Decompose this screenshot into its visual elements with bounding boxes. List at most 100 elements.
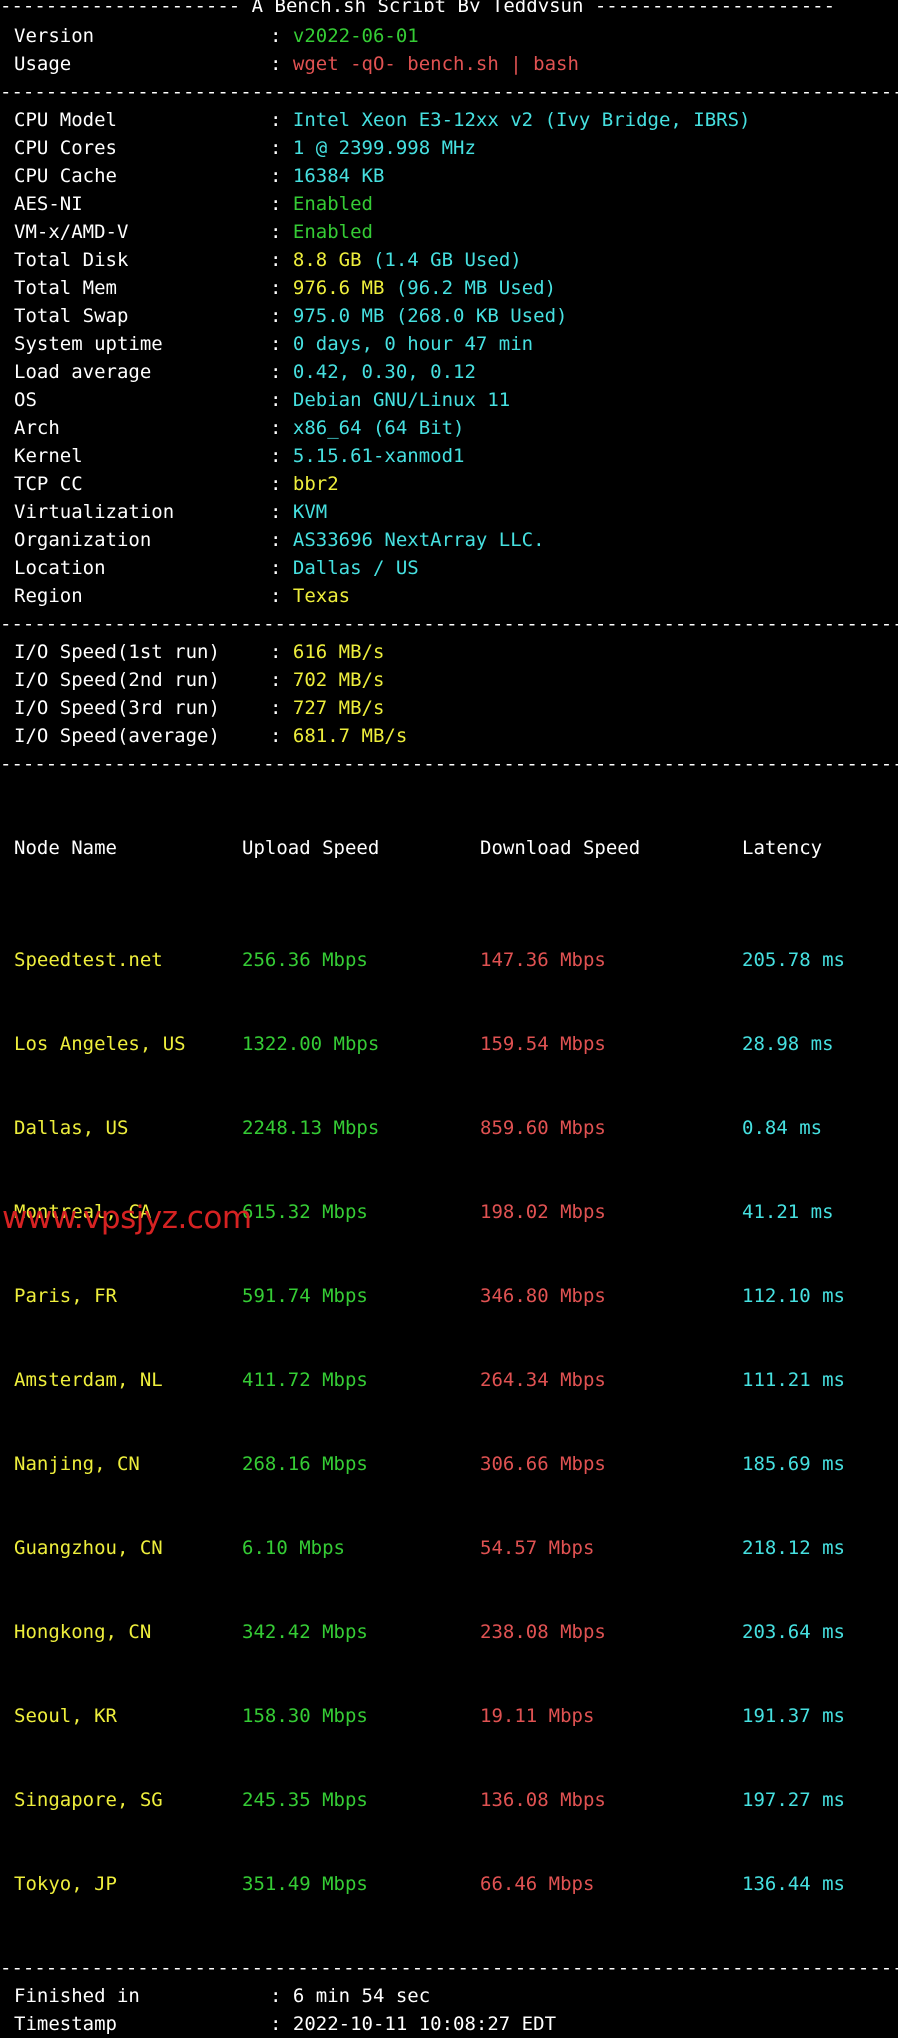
value-vmx: Enabled <box>292 221 373 243</box>
cell-upload: 591.74 Mbps <box>242 1285 368 1307</box>
value-load-average: 0.42, 0.30, 0.12 <box>292 361 476 383</box>
row-vmx: VM-x/AMD-V: Enabled <box>0 218 898 246</box>
sep-arch: : <box>270 417 282 439</box>
value-cpu-model: Intel Xeon E3-12xx v2 (Ivy Bridge, IBRS) <box>292 109 751 131</box>
value-tcp-cc: bbr2 <box>292 473 339 495</box>
cell-node: Tokyo, JP <box>14 1873 117 1895</box>
label-uptime: System uptime <box>14 333 163 355</box>
cell-download: 198.02 Mbps <box>480 1201 606 1223</box>
value-usage: wget -qO- bench.sh | bash <box>292 53 579 75</box>
value-uptime: 0 days, 0 hour 47 min <box>292 333 534 355</box>
row-total-mem: Total Mem: 976.6 MB (96.2 MB Used) <box>0 274 898 302</box>
sep-finished-in: : <box>270 1985 282 2007</box>
value-organization: AS33696 NextArray LLC. <box>292 529 545 551</box>
divider-1: ----------------------------------------… <box>0 81 898 103</box>
label-io-average: I/O Speed(average) <box>14 725 220 747</box>
value-timestamp: 2022-10-11 10:08:27 EDT <box>292 2013 557 2035</box>
row-aes-ni: AES-NI: Enabled <box>0 190 898 218</box>
cell-latency: 0.84 ms <box>742 1117 823 1139</box>
sep-os: : <box>270 389 282 411</box>
cell-latency: 218.12 ms <box>742 1537 845 1559</box>
row-organization: Organization: AS33696 NextArray LLC. <box>0 526 898 554</box>
label-total-disk: Total Disk <box>14 249 129 271</box>
label-region: Region <box>14 585 83 607</box>
cell-latency: 185.69 ms <box>742 1453 845 1475</box>
label-version: Version <box>14 25 95 47</box>
table-row: Guangzhou, CN 6.10 Mbps 54.57 Mbps 218.12 m… <box>0 1534 898 1562</box>
cell-download: 136.08 Mbps <box>480 1789 606 1811</box>
table-row: Singapore, SG 245.35 Mbps 136.08 Mbps 197.2… <box>0 1786 898 1814</box>
cell-node: Speedtest.net <box>14 949 163 971</box>
row-finished-in: Finished in: 6 min 54 sec <box>0 1982 898 2010</box>
sep-io-average: : <box>270 725 282 747</box>
value-total-mem: 976.6 MB <box>292 277 385 299</box>
value-region: Texas <box>292 585 351 607</box>
sep-vmx: : <box>270 221 282 243</box>
sep-organization: : <box>270 529 282 551</box>
header-title-line: --------------------- A Bench.sh Script … <box>0 0 836 12</box>
sep-total-swap: : <box>270 305 282 327</box>
divider-2: ----------------------------------------… <box>0 613 898 635</box>
sep-usage: : <box>270 53 282 75</box>
label-virtualization: Virtualization <box>14 501 175 523</box>
label-tcp-cc: TCP CC <box>14 473 83 495</box>
sep-total-mem: : <box>270 277 282 299</box>
cell-download: 306.66 Mbps <box>480 1453 606 1475</box>
cell-latency: 111.21 ms <box>742 1369 845 1391</box>
sep-cpu-cores: : <box>270 137 282 159</box>
row-os: OS: Debian GNU/Linux 11 <box>0 386 898 414</box>
cell-node: Guangzhou, CN <box>14 1537 163 1559</box>
value-cpu-cores: 1 @ 2399.998 MHz <box>292 137 476 159</box>
sep-virtualization: : <box>270 501 282 523</box>
row-io-1st: I/O Speed(1st run): 616 MB/s <box>0 638 898 666</box>
cell-latency: 136.44 ms <box>742 1873 845 1895</box>
cell-upload: 256.36 Mbps <box>242 949 368 971</box>
label-kernel: Kernel <box>14 445 83 467</box>
sep-io-1st: : <box>270 641 282 663</box>
cell-latency: 191.37 ms <box>742 1705 845 1727</box>
row-load-average: Load average: 0.42, 0.30, 0.12 <box>0 358 898 386</box>
label-cpu-cache: CPU Cache <box>14 165 117 187</box>
cell-node: Los Angeles, US <box>14 1033 186 1055</box>
cell-download: 54.57 Mbps <box>480 1537 595 1559</box>
value-io-average: 681.7 MB/s <box>292 725 408 747</box>
cell-latency: 205.78 ms <box>742 949 845 971</box>
cell-node: Dallas, US <box>14 1117 129 1139</box>
sep-cpu-model: : <box>270 109 282 131</box>
sep-uptime: : <box>270 333 282 355</box>
cell-latency: 197.27 ms <box>742 1789 845 1811</box>
label-vmx: VM-x/AMD-V <box>14 221 129 243</box>
label-os: OS <box>14 389 37 411</box>
table-row: Seoul, KR 158.30 Mbps 19.11 Mbps 191.37 ms <box>0 1702 898 1730</box>
sep-cpu-cache: : <box>270 165 282 187</box>
cell-upload: 351.49 Mbps <box>242 1873 368 1895</box>
value-kernel: 5.15.61-xanmod1 <box>292 445 465 467</box>
cell-download: 19.11 Mbps <box>480 1705 595 1727</box>
sep-region: : <box>270 585 282 607</box>
table-row: Nanjing, CN 268.16 Mbps 306.66 Mbps 185.69 … <box>0 1450 898 1478</box>
table-header-row: Node Name Upload Speed Download Speed Laten… <box>0 834 898 862</box>
row-total-swap: Total Swap: 975.0 MB (268.0 KB Used) <box>0 302 898 330</box>
cell-upload: 2248.13 Mbps <box>242 1117 380 1139</box>
value-total-mem-used: (96.2 MB Used) <box>384 277 557 299</box>
cell-download: 147.36 Mbps <box>480 949 606 971</box>
sep-timestamp: : <box>270 2013 282 2035</box>
sep-version: : <box>270 25 282 47</box>
row-cpu-cores: CPU Cores: 1 @ 2399.998 MHz <box>0 134 898 162</box>
cell-latency: 41.21 ms <box>742 1201 834 1223</box>
value-finished-in: 6 min 54 sec <box>292 1985 431 2007</box>
value-total-disk-used: (1.4 GB Used) <box>361 249 522 271</box>
cell-node: Amsterdam, NL <box>14 1369 163 1391</box>
row-uptime: System uptime: 0 days, 0 hour 47 min <box>0 330 898 358</box>
label-arch: Arch <box>14 417 60 439</box>
col-header-download-speed: Download Speed <box>480 837 641 859</box>
cell-upload: 158.30 Mbps <box>242 1705 368 1727</box>
cell-node: Seoul, KR <box>14 1705 117 1727</box>
col-header-upload-speed: Upload Speed <box>242 837 380 859</box>
table-row: Paris, FR 591.74 Mbps 346.80 Mbps 112.10 ms <box>0 1282 898 1310</box>
value-total-swap: 975.0 MB (268.0 KB Used) <box>292 305 568 327</box>
sep-io-2nd: : <box>270 669 282 691</box>
label-total-swap: Total Swap <box>14 305 129 327</box>
table-row: Tokyo, JP 351.49 Mbps 66.46 Mbps 136.44 ms <box>0 1870 898 1898</box>
row-timestamp: Timestamp: 2022-10-11 10:08:27 EDT <box>0 2010 898 2038</box>
